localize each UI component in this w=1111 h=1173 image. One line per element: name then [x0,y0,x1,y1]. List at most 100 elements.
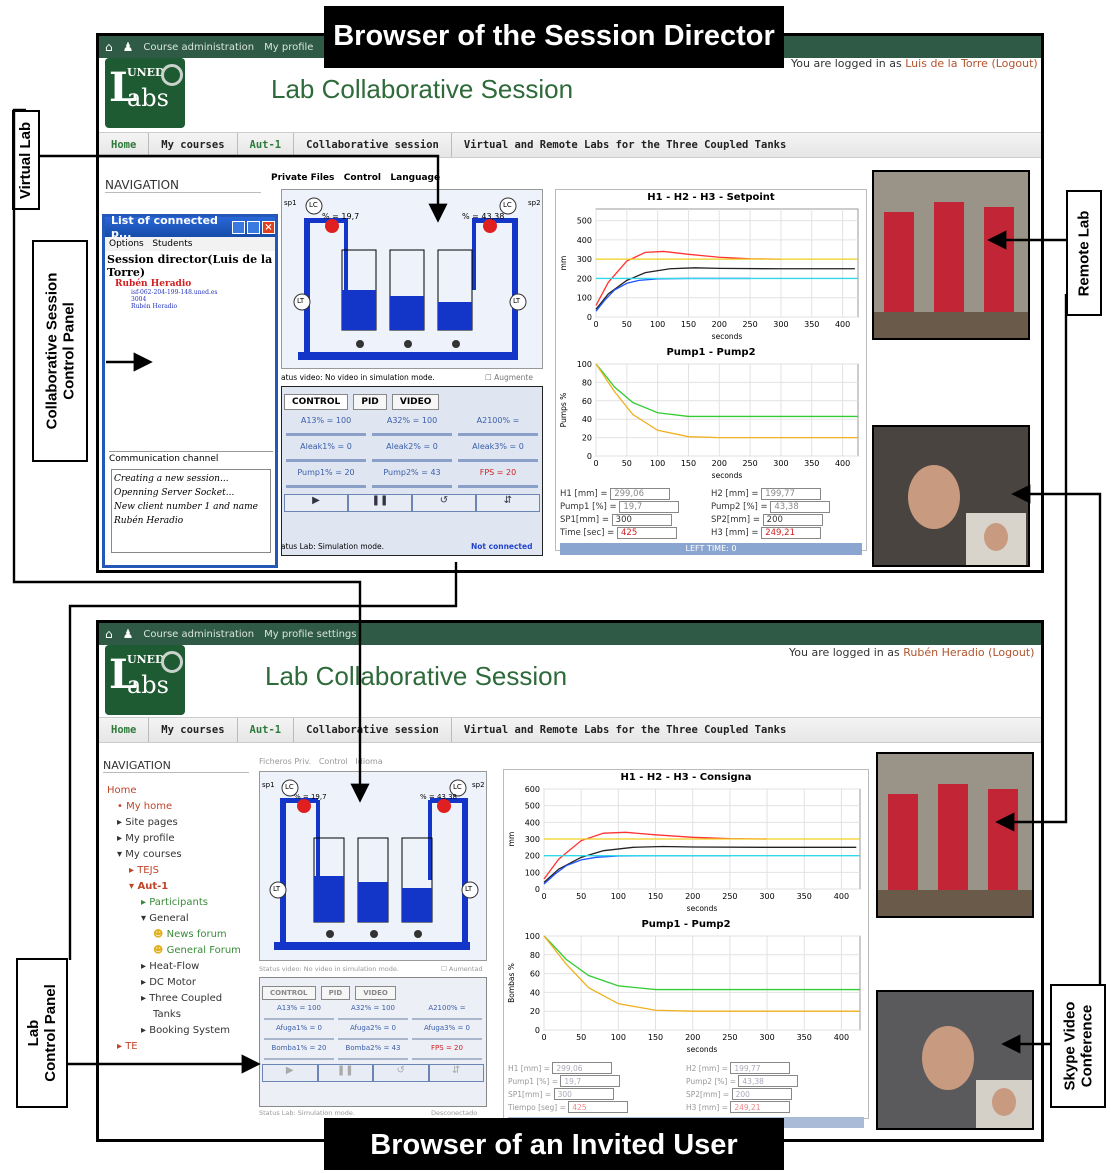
user-link[interactable]: Luis de la Torre [905,57,988,70]
step-button[interactable]: ⇵ [428,1064,484,1082]
readouts: H1 [mm] = 299,06 H2 [mm] = 199,77 Pump1 … [504,1060,868,1115]
nav-my-courses[interactable]: ▾ My courses [107,847,257,863]
home-icon[interactable]: ⌂ [105,40,113,54]
nav-three-coupled[interactable]: ▸ Three Coupled [107,991,257,1007]
slider-afuga2[interactable]: Afuga2% = 0 [338,1024,408,1040]
nav-general[interactable]: ▾ General [107,911,257,927]
nav-participants[interactable]: ▸ Participants [107,895,257,911]
student-node[interactable]: Rubén Heradio [115,279,273,289]
nav-booking[interactable]: ▸ Booking System [107,1023,257,1039]
step-button[interactable]: ⇵ [476,494,540,512]
tab-control[interactable]: CONTROL [284,394,349,410]
x-tick-label: 300 [773,320,788,329]
plot-area [595,208,859,318]
tab-control[interactable]: CONTROL [262,986,316,1000]
breadcrumb-aut1[interactable]: Aut-1 [238,718,295,742]
slider-a13[interactable]: A13% = 100 [264,1004,334,1020]
course-admin-link[interactable]: Course administration [143,42,254,53]
nav-tejs[interactable]: ▸ TEJS [107,863,257,879]
sp2-field[interactable]: 200 [762,514,823,526]
user-icon[interactable]: ♟ [123,627,134,641]
pause-button[interactable]: ❚❚ [348,494,412,512]
menu-control[interactable]: Control [344,173,381,183]
logout-link[interactable]: (Logout) [991,57,1037,70]
breadcrumb-aut1[interactable]: Aut-1 [238,133,295,157]
menu-students[interactable]: Students [152,239,192,249]
pause-button[interactable]: ❚❚ [317,1064,373,1082]
sp2-field[interactable]: 200 [731,1088,792,1100]
nav-te[interactable]: ▸ TE [107,1039,257,1055]
nav-tanks[interactable]: Tanks [107,1007,257,1023]
augmented-checkbox[interactable]: ☐ Augmente [485,373,533,382]
tab-video[interactable]: VIDEO [355,986,396,1000]
reset-button[interactable]: ↺ [373,1064,429,1082]
slider-a13[interactable]: A13% = 100 [286,416,366,436]
slider-pump2[interactable]: Pump2% = 43 [372,468,452,488]
course-admin-link[interactable]: Course administration [143,629,254,640]
breadcrumb-my-courses[interactable]: My courses [149,718,238,742]
slider-a2100[interactable]: A2100% = [458,416,538,436]
nav-heat-flow[interactable]: ▸ Heat-Flow [107,959,257,975]
x-tick-label: 0 [541,892,546,901]
slider-aleak2[interactable]: Aleak2% = 0 [372,442,452,462]
breadcrumb-collab[interactable]: Collaborative session [294,718,452,742]
nav-dc-motor[interactable]: ▸ DC Motor [107,975,257,991]
tab-video[interactable]: VIDEO [391,394,440,410]
play-button[interactable]: ▶ [284,494,348,512]
maximize-icon[interactable] [247,220,260,234]
x-tick-label: 50 [576,892,586,901]
nav-aut1[interactable]: ▾ Aut-1 [107,879,257,895]
nav-general-forum[interactable]: ☻ General Forum [107,943,257,959]
menu-private-files[interactable]: Ficheros Priv. [259,757,311,766]
menu-language[interactable]: Idioma [355,757,382,766]
nav-home[interactable]: Home [107,783,257,799]
tab-pid[interactable]: PID [320,986,351,1000]
tab-pid[interactable]: PID [353,394,387,410]
slider-fps[interactable]: FPS = 20 [458,468,538,488]
sp1-field[interactable]: 300 [553,1088,614,1100]
my-profile-link[interactable]: My profile [264,42,313,53]
slider-aleak1[interactable]: Aleak1% = 0 [286,442,366,462]
reset-button[interactable]: ↺ [412,494,476,512]
nav-site-pages[interactable]: ▸ Site pages [107,815,257,831]
lc-right-label: LC [453,783,462,791]
menu-private-files[interactable]: Private Files [271,173,334,183]
slider-fps[interactable]: FPS = 20 [412,1044,482,1060]
caption-top: Browser of the Session Director [324,6,784,68]
breadcrumb-home[interactable]: Home [99,718,150,742]
user-link[interactable]: Rubén Heradio [903,646,984,659]
nav-my-profile[interactable]: ▸ My profile [107,831,257,847]
x-tick-label: 150 [648,892,663,901]
label-collab-panel: Collaborative Session Control Panel [32,240,88,462]
breadcrumb-collab[interactable]: Collaborative session [294,133,452,157]
menu-language[interactable]: Language [390,173,440,183]
y-tick-label: 20 [582,434,592,443]
my-profile-settings-link[interactable]: My profile settings [264,629,356,640]
breadcrumb-home[interactable]: Home [99,133,150,157]
minimize-icon[interactable] [232,220,245,234]
slider-bomba1[interactable]: Bomba1% = 20 [264,1044,334,1060]
logout-link[interactable]: (Logout) [988,646,1034,659]
breadcrumb-my-courses[interactable]: My courses [149,133,238,157]
user-icon[interactable]: ♟ [123,40,134,54]
close-icon[interactable]: × [262,220,275,234]
play-button[interactable]: ▶ [262,1064,318,1082]
menu-control[interactable]: Control [319,757,348,766]
slider-a32[interactable]: A32% = 100 [372,416,452,436]
session-director-line: Session director(Luis de la Torre) [107,253,273,279]
slider-afuga3[interactable]: Afuga3% = 0 [412,1024,482,1040]
slider-bomba2[interactable]: Bomba2% = 43 [338,1044,408,1060]
y-tick-label: 60 [582,397,592,406]
slider-aleak3[interactable]: Aleak3% = 0 [458,442,538,462]
nav-news-forum[interactable]: ☻ News forum [107,927,257,943]
x-tick-label: 150 [681,459,696,468]
sp1-field[interactable]: 300 [611,514,672,526]
slider-a2100[interactable]: A2100% = [412,1004,482,1020]
nav-my-home[interactable]: • My home [107,799,257,815]
menu-options[interactable]: Options [109,239,144,249]
home-icon[interactable]: ⌂ [105,627,113,641]
slider-a32[interactable]: A32% = 100 [338,1004,408,1020]
slider-afuga1[interactable]: Afuga1% = 0 [264,1024,334,1040]
augmented-checkbox[interactable]: ☐ Aumentad [441,965,483,973]
slider-pump1[interactable]: Pump1% = 20 [286,468,366,488]
